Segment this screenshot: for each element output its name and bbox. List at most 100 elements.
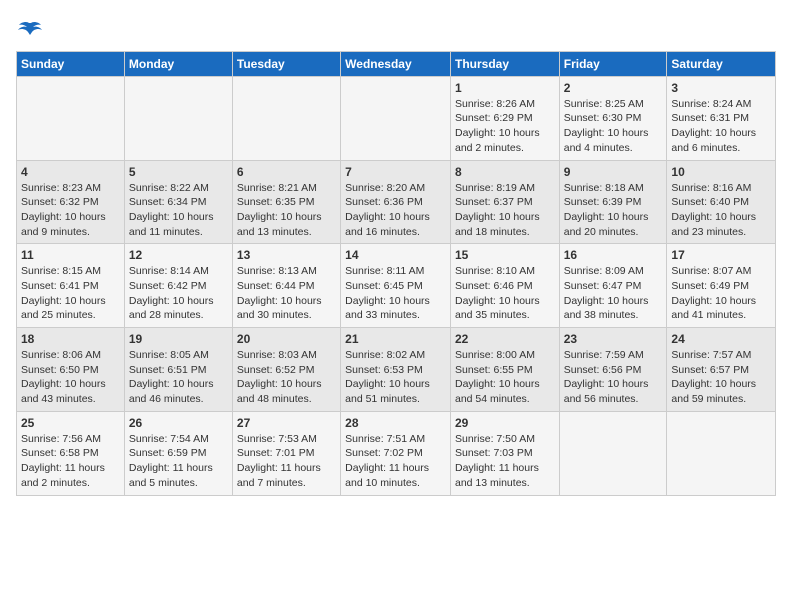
day-cell: 1 Sunrise: 8:26 AMSunset: 6:29 PMDaylight… (450, 76, 559, 160)
day-cell: 24 Sunrise: 7:57 AMSunset: 6:57 PMDayligh… (667, 328, 776, 412)
day-cell: 21 Sunrise: 8:02 AMSunset: 6:53 PMDayligh… (341, 328, 451, 412)
day-number: 2 (564, 81, 663, 95)
day-cell: 6Sunrise: 8:21 AMSunset: 6:35 PMDaylight… (232, 160, 340, 244)
day-number: 23 (564, 332, 663, 346)
day-number: 15 (455, 248, 555, 262)
day-cell: 8 Sunrise: 8:19 AMSunset: 6:37 PMDaylight… (450, 160, 559, 244)
week-row-4: 18 Sunrise: 8:06 AMSunset: 6:50 PMDayligh… (17, 328, 776, 412)
day-info: Sunrise: 8:06 AMSunset: 6:50 PMDaylight:… (21, 348, 120, 407)
day-number: 29 (455, 416, 555, 430)
day-cell: 23 Sunrise: 7:59 AMSunset: 6:56 PMDayligh… (559, 328, 667, 412)
day-cell: 7Sunrise: 8:20 AMSunset: 6:36 PMDaylight… (341, 160, 451, 244)
day-cell: 17 Sunrise: 8:07 AMSunset: 6:49 PMDayligh… (667, 244, 776, 328)
day-info: Sunrise: 8:00 AMSunset: 6:55 PMDaylight:… (455, 348, 555, 407)
day-cell: 22 Sunrise: 8:00 AMSunset: 6:55 PMDayligh… (450, 328, 559, 412)
col-header-sunday: Sunday (17, 51, 125, 76)
day-info: Sunrise: 8:25 AMSunset: 6:30 PMDaylight:… (564, 97, 663, 156)
week-row-1: 1 Sunrise: 8:26 AMSunset: 6:29 PMDaylight… (17, 76, 776, 160)
day-info: Sunrise: 8:09 AMSunset: 6:47 PMDaylight:… (564, 264, 663, 323)
day-cell: 10 Sunrise: 8:16 AMSunset: 6:40 PMDayligh… (667, 160, 776, 244)
day-number: 6 (237, 165, 336, 179)
day-cell: 15 Sunrise: 8:10 AMSunset: 6:46 PMDayligh… (450, 244, 559, 328)
day-number: 26 (129, 416, 228, 430)
day-number: 12 (129, 248, 228, 262)
day-number: 16 (564, 248, 663, 262)
day-cell: 9 Sunrise: 8:18 AMSunset: 6:39 PMDaylight… (559, 160, 667, 244)
day-info: Sunrise: 8:19 AMSunset: 6:37 PMDaylight:… (455, 181, 555, 240)
day-info: Sunrise: 8:20 AMSunset: 6:36 PMDaylight:… (345, 181, 446, 240)
col-header-saturday: Saturday (667, 51, 776, 76)
day-cell (17, 76, 125, 160)
col-header-wednesday: Wednesday (341, 51, 451, 76)
day-cell: 18 Sunrise: 8:06 AMSunset: 6:50 PMDayligh… (17, 328, 125, 412)
day-info: Sunrise: 8:23 AMSunset: 6:32 PMDaylight:… (21, 181, 120, 240)
day-number: 1 (455, 81, 555, 95)
header (16, 16, 776, 43)
day-info: Sunrise: 8:13 AMSunset: 6:44 PMDaylight:… (237, 264, 336, 323)
day-cell (559, 411, 667, 495)
day-cell (232, 76, 340, 160)
day-info: Sunrise: 8:22 AMSunset: 6:34 PMDaylight:… (129, 181, 228, 240)
day-number: 28 (345, 416, 446, 430)
day-number: 3 (671, 81, 771, 95)
day-info: Sunrise: 8:10 AMSunset: 6:46 PMDaylight:… (455, 264, 555, 323)
day-number: 21 (345, 332, 446, 346)
day-cell: 13 Sunrise: 8:13 AMSunset: 6:44 PMDayligh… (232, 244, 340, 328)
day-number: 24 (671, 332, 771, 346)
day-number: 10 (671, 165, 771, 179)
day-number: 9 (564, 165, 663, 179)
day-info: Sunrise: 8:11 AMSunset: 6:45 PMDaylight:… (345, 264, 446, 323)
day-info: Sunrise: 8:03 AMSunset: 6:52 PMDaylight:… (237, 348, 336, 407)
day-number: 17 (671, 248, 771, 262)
day-cell: 29 Sunrise: 7:50 AMSunset: 7:03 PMDayligh… (450, 411, 559, 495)
day-info: Sunrise: 8:26 AMSunset: 6:29 PMDaylight:… (455, 97, 555, 156)
logo-bird-icon (17, 21, 43, 43)
week-row-2: 4 Sunrise: 8:23 AMSunset: 6:32 PMDaylight… (17, 160, 776, 244)
day-info: Sunrise: 7:50 AMSunset: 7:03 PMDaylight:… (455, 432, 555, 491)
day-cell (124, 76, 232, 160)
logo (16, 20, 44, 43)
col-header-tuesday: Tuesday (232, 51, 340, 76)
day-info: Sunrise: 8:07 AMSunset: 6:49 PMDaylight:… (671, 264, 771, 323)
day-cell: 14 Sunrise: 8:11 AMSunset: 6:45 PMDayligh… (341, 244, 451, 328)
day-info: Sunrise: 8:18 AMSunset: 6:39 PMDaylight:… (564, 181, 663, 240)
day-number: 14 (345, 248, 446, 262)
day-info: Sunrise: 7:56 AMSunset: 6:58 PMDaylight:… (21, 432, 120, 491)
day-number: 19 (129, 332, 228, 346)
day-cell: 3 Sunrise: 8:24 AMSunset: 6:31 PMDaylight… (667, 76, 776, 160)
day-cell: 19 Sunrise: 8:05 AMSunset: 6:51 PMDayligh… (124, 328, 232, 412)
col-header-friday: Friday (559, 51, 667, 76)
day-info: Sunrise: 8:02 AMSunset: 6:53 PMDaylight:… (345, 348, 446, 407)
day-cell: 5 Sunrise: 8:22 AMSunset: 6:34 PMDaylight… (124, 160, 232, 244)
day-cell (341, 76, 451, 160)
day-cell: 12 Sunrise: 8:14 AMSunset: 6:42 PMDayligh… (124, 244, 232, 328)
day-cell: 11 Sunrise: 8:15 AMSunset: 6:41 PMDayligh… (17, 244, 125, 328)
day-info: Sunrise: 7:51 AMSunset: 7:02 PMDaylight:… (345, 432, 446, 491)
day-cell: 27Sunrise: 7:53 AMSunset: 7:01 PMDayligh… (232, 411, 340, 495)
day-number: 20 (237, 332, 336, 346)
day-info: Sunrise: 8:15 AMSunset: 6:41 PMDaylight:… (21, 264, 120, 323)
day-cell: 2 Sunrise: 8:25 AMSunset: 6:30 PMDaylight… (559, 76, 667, 160)
day-number: 25 (21, 416, 120, 430)
day-info: Sunrise: 7:57 AMSunset: 6:57 PMDaylight:… (671, 348, 771, 407)
calendar-table: SundayMondayTuesdayWednesdayThursdayFrid… (16, 51, 776, 496)
day-cell (667, 411, 776, 495)
day-info: Sunrise: 8:24 AMSunset: 6:31 PMDaylight:… (671, 97, 771, 156)
col-header-thursday: Thursday (450, 51, 559, 76)
day-number: 4 (21, 165, 120, 179)
day-cell: 25 Sunrise: 7:56 AMSunset: 6:58 PMDayligh… (17, 411, 125, 495)
day-number: 11 (21, 248, 120, 262)
day-number: 18 (21, 332, 120, 346)
day-cell: 16 Sunrise: 8:09 AMSunset: 6:47 PMDayligh… (559, 244, 667, 328)
day-number: 13 (237, 248, 336, 262)
day-number: 22 (455, 332, 555, 346)
day-info: Sunrise: 7:53 AMSunset: 7:01 PMDaylight:… (237, 432, 336, 491)
week-row-3: 11 Sunrise: 8:15 AMSunset: 6:41 PMDayligh… (17, 244, 776, 328)
day-info: Sunrise: 8:14 AMSunset: 6:42 PMDaylight:… (129, 264, 228, 323)
day-number: 8 (455, 165, 555, 179)
day-info: Sunrise: 8:05 AMSunset: 6:51 PMDaylight:… (129, 348, 228, 407)
day-number: 5 (129, 165, 228, 179)
day-info: Sunrise: 7:54 AMSunset: 6:59 PMDaylight:… (129, 432, 228, 491)
day-info: Sunrise: 8:16 AMSunset: 6:40 PMDaylight:… (671, 181, 771, 240)
day-info: Sunrise: 7:59 AMSunset: 6:56 PMDaylight:… (564, 348, 663, 407)
